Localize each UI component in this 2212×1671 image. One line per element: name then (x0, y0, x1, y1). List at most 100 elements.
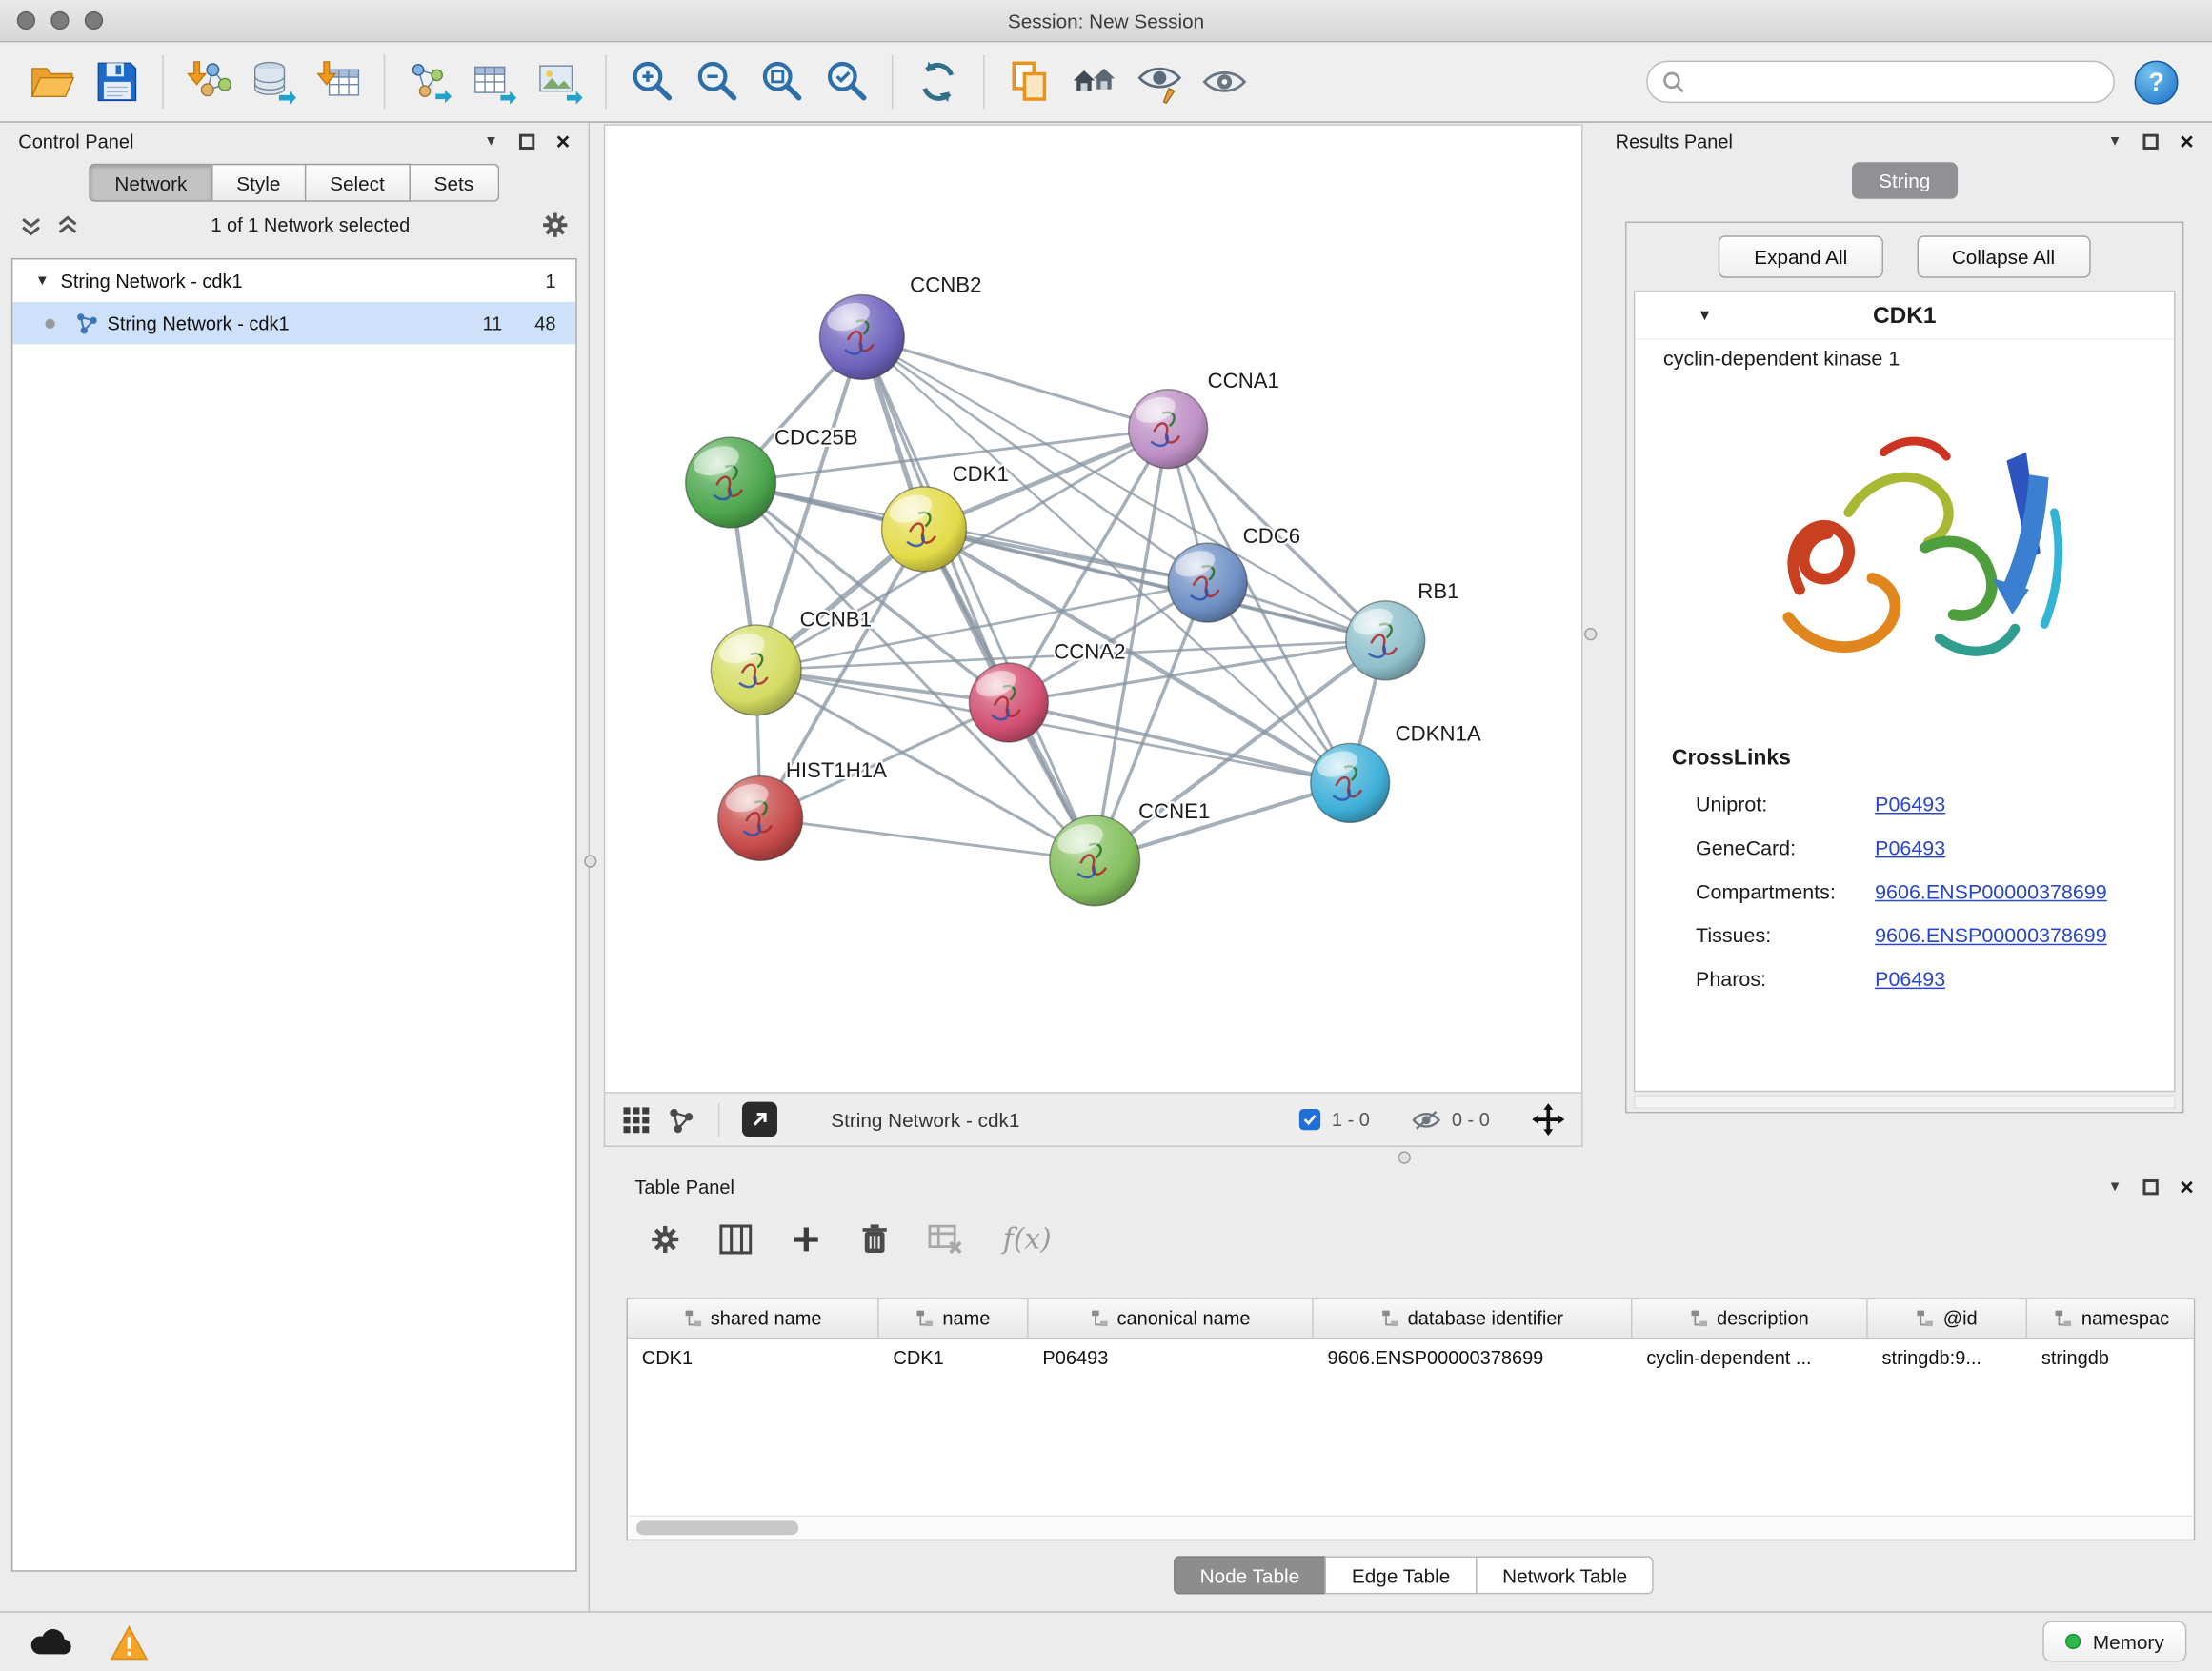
import-table-file-button[interactable] (306, 50, 371, 114)
crosslink-value[interactable]: P06493 (1875, 794, 1945, 816)
tab-sets[interactable]: Sets (410, 164, 498, 202)
share-network-icon (667, 1105, 695, 1134)
panel-menu-icon[interactable]: ▼ (484, 133, 498, 149)
expand-all-button[interactable]: Expand All (1719, 235, 1882, 277)
column-header-canonical-name[interactable]: canonical name (1029, 1299, 1314, 1338)
zoom-out-button[interactable] (684, 50, 749, 114)
edge-CCNB2-CCNE1[interactable] (862, 337, 1095, 860)
panel-close-icon[interactable]: × (556, 133, 571, 149)
bottom-splitter-handle[interactable] (1398, 1151, 1411, 1163)
first-neighbors-button[interactable] (1062, 50, 1127, 114)
add-icon[interactable] (792, 1224, 821, 1254)
node-label-CDKN1A: CDKN1A (1396, 721, 1481, 745)
birds-eye-view-button[interactable] (622, 1105, 651, 1134)
export-network-button[interactable] (398, 50, 463, 114)
tab-network[interactable]: Network (90, 164, 212, 202)
table-panel-title: Table Panel (634, 1176, 734, 1197)
control-panel-tabs: NetworkStyleSelectSets (0, 164, 589, 202)
crosslink-row: GeneCard:P06493 (1672, 827, 2174, 871)
edge-CCNB2-RB1[interactable] (862, 337, 1385, 640)
zoom-in-button[interactable] (619, 50, 684, 114)
graphics-details-button[interactable] (667, 1105, 695, 1134)
crosslink-value[interactable]: 9606.ENSP00000378699 (1875, 881, 2107, 904)
column-header-name[interactable]: name (879, 1299, 1029, 1338)
panel-float-icon[interactable] (2143, 1178, 2159, 1194)
column-header-description[interactable]: description (1632, 1299, 1867, 1338)
gear-icon[interactable] (542, 211, 569, 238)
detach-view-button[interactable] (742, 1102, 777, 1137)
tab-network-table[interactable]: Network Table (1476, 1556, 1654, 1594)
tab-edge-table[interactable]: Edge Table (1325, 1556, 1478, 1594)
disclosure-triangle-icon[interactable]: ▼ (35, 273, 50, 289)
edge-HIST1H1A-CCNE1[interactable] (760, 818, 1095, 860)
warning-icon[interactable] (111, 1625, 149, 1661)
left-splitter-handle[interactable] (584, 855, 596, 867)
panel-float-icon[interactable] (519, 133, 534, 149)
search-box[interactable] (1646, 61, 2115, 103)
expand-all-icon[interactable] (56, 213, 79, 236)
protein-section-header[interactable]: ▼ CDK1 (1635, 292, 2174, 340)
show-all-button[interactable] (1192, 50, 1257, 114)
panel-menu-icon[interactable]: ▼ (2108, 133, 2122, 149)
refresh-button[interactable] (906, 50, 971, 114)
network-view[interactable]: CCNB2CCNA1CDC25BCDK1CDC6RB1CCNB1CCNA2CDK… (604, 124, 1583, 1093)
edge-CCNB2-CCNA1[interactable] (862, 337, 1168, 429)
help-button[interactable]: ? (2135, 60, 2179, 104)
import-network-database-button[interactable] (241, 50, 306, 114)
save-session-button[interactable] (85, 50, 150, 114)
search-input[interactable] (1693, 70, 2099, 93)
panel-close-icon[interactable]: × (2180, 133, 2194, 149)
column-header-id[interactable]: @id (1868, 1299, 2027, 1338)
tab-node-table[interactable]: Node Table (1173, 1556, 1326, 1594)
hide-selected-icon (1136, 58, 1183, 106)
edge-CCNA2-CDKN1A[interactable] (1009, 702, 1350, 782)
import-network-file-button[interactable] (176, 50, 241, 114)
tab-select[interactable]: Select (306, 164, 410, 202)
memory-button[interactable]: Memory (2043, 1621, 2186, 1662)
network-row[interactable]: String Network - cdk1 11 48 (12, 302, 575, 344)
hide-selected-button[interactable] (1127, 50, 1192, 114)
crosslink-value[interactable]: 9606.ENSP00000378699 (1875, 925, 2107, 948)
scrollbar-thumb[interactable] (636, 1520, 798, 1535)
table-hscrollbar[interactable] (629, 1515, 2192, 1538)
network-selection-summary: 1 of 1 Network selected (93, 214, 528, 235)
crosslink-value[interactable]: P06493 (1875, 969, 1945, 992)
hidden-eye-icon[interactable] (1412, 1107, 1440, 1133)
tab-style[interactable]: Style (212, 164, 306, 202)
collapse-all-button[interactable]: Collapse All (1917, 235, 2090, 277)
column-header-database-identifier[interactable]: database identifier (1314, 1299, 1633, 1338)
control-panel: Control Panel ▼ × NetworkStyleSelectSets… (0, 123, 590, 1611)
copy-button[interactable] (997, 50, 1062, 114)
open-session-button[interactable] (20, 50, 85, 114)
collapse-all-icon[interactable] (20, 213, 43, 236)
tab-string[interactable]: String (1852, 162, 1957, 199)
pan-crosshair-icon[interactable] (1532, 1103, 1564, 1136)
fit-content-button[interactable] (749, 50, 814, 114)
results-scrollbar[interactable] (1634, 1095, 2176, 1109)
import-network-icon (185, 58, 232, 106)
export-table-button[interactable] (463, 50, 528, 114)
column-header-namespac[interactable]: namespac (2027, 1299, 2197, 1338)
panel-close-icon[interactable]: × (2180, 1178, 2194, 1194)
delete-icon[interactable] (860, 1223, 889, 1255)
gear-icon[interactable] (651, 1224, 680, 1254)
panel-menu-icon[interactable]: ▼ (2108, 1178, 2122, 1194)
columns-icon[interactable] (719, 1224, 752, 1254)
right-splitter-handle[interactable] (1584, 628, 1597, 640)
network-collection-row[interactable]: ▼ String Network - cdk1 1 (12, 259, 575, 301)
table-cell: stringdb (2027, 1339, 2197, 1377)
memory-label: Memory (2093, 1630, 2164, 1653)
cloud-icon[interactable] (29, 1626, 73, 1658)
panel-float-icon[interactable] (2143, 133, 2159, 149)
title-bar: Session: New Session (0, 0, 2212, 42)
column-header-shared-name[interactable]: shared name (628, 1299, 879, 1338)
table-row[interactable]: CDK1CDK1P064939606.ENSP00000378699cyclin… (628, 1339, 2194, 1377)
export-image-button[interactable] (528, 50, 593, 114)
table-tabs: Node TableEdge TableNetwork Table (616, 1556, 2212, 1594)
crosslink-value[interactable]: P06493 (1875, 837, 1945, 860)
results-panel-title: Results Panel (1616, 131, 1733, 151)
zoom-selected-button[interactable] (814, 50, 878, 114)
network-graph[interactable]: CCNB2CCNA1CDC25BCDK1CDC6RB1CCNB1CCNA2CDK… (605, 126, 1581, 1092)
selected-checkbox-icon[interactable] (1299, 1109, 1320, 1130)
protein-name: CDK1 (1635, 292, 2174, 340)
